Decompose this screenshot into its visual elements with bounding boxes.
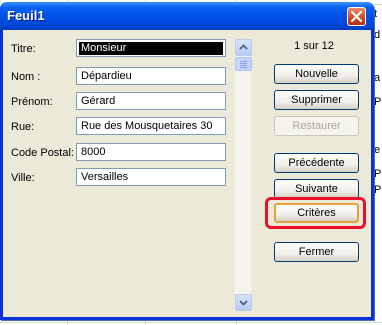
rue-field[interactable]: Rue des Mousquetaires 30 (76, 117, 226, 135)
record-scrollbar[interactable] (234, 39, 252, 311)
chevron-down-icon (239, 300, 248, 306)
nom-field[interactable]: Dépardieu (76, 67, 226, 85)
criteres-button[interactable]: Critères (274, 203, 359, 223)
code-postal-field[interactable]: 8000 (76, 143, 226, 161)
supprimer-button[interactable]: Supprimer (274, 90, 359, 110)
close-button[interactable] (347, 7, 366, 26)
sheet-cell-text: t (374, 8, 378, 20)
label-titre: Titre: (11, 43, 36, 55)
scroll-up-button[interactable] (235, 39, 252, 56)
sheet-cell-text: d (374, 29, 381, 41)
precedente-button[interactable]: Précédente (274, 153, 359, 173)
nouvelle-button[interactable]: Nouvelle (274, 64, 359, 84)
label-nom: Nom : (11, 71, 41, 83)
suivante-button[interactable]: Suivante (274, 179, 359, 199)
data-form-dialog: Feuil1 Titre: Nom : Prénom: Rue: Code Po… (0, 2, 374, 320)
label-prenom: Prénom: (11, 96, 53, 108)
scroll-down-button[interactable] (235, 294, 252, 311)
sheet-cell-text: e (374, 144, 381, 156)
window-title: Feuil1 (7, 8, 45, 23)
scroll-thumb[interactable] (235, 57, 252, 71)
close-icon (351, 11, 362, 22)
titre-value: Monsieur (79, 42, 223, 55)
sheet-cell-text: P (374, 168, 382, 180)
record-counter: 1 sur 12 (294, 40, 334, 52)
prenom-field[interactable]: Gérard (76, 92, 226, 110)
title-bar[interactable]: Feuil1 (0, 2, 374, 30)
label-ville: Ville: (11, 172, 35, 184)
sheet-cell-text: P (374, 96, 382, 108)
fermer-button[interactable]: Fermer (274, 242, 359, 262)
chevron-up-icon (239, 44, 248, 50)
sheet-cell-text: P (374, 184, 382, 196)
label-rue: Rue: (11, 121, 35, 133)
ville-field[interactable]: Versailles (76, 168, 226, 186)
label-code-postal: Code Postal: (11, 147, 74, 159)
restaurer-button[interactable]: Restaurer (274, 116, 359, 136)
titre-field[interactable]: Monsieur (76, 39, 226, 57)
sheet-cell-text: a (374, 72, 381, 84)
dialog-body: Titre: Nom : Prénom: Rue: Code Postal: V… (3, 30, 371, 317)
